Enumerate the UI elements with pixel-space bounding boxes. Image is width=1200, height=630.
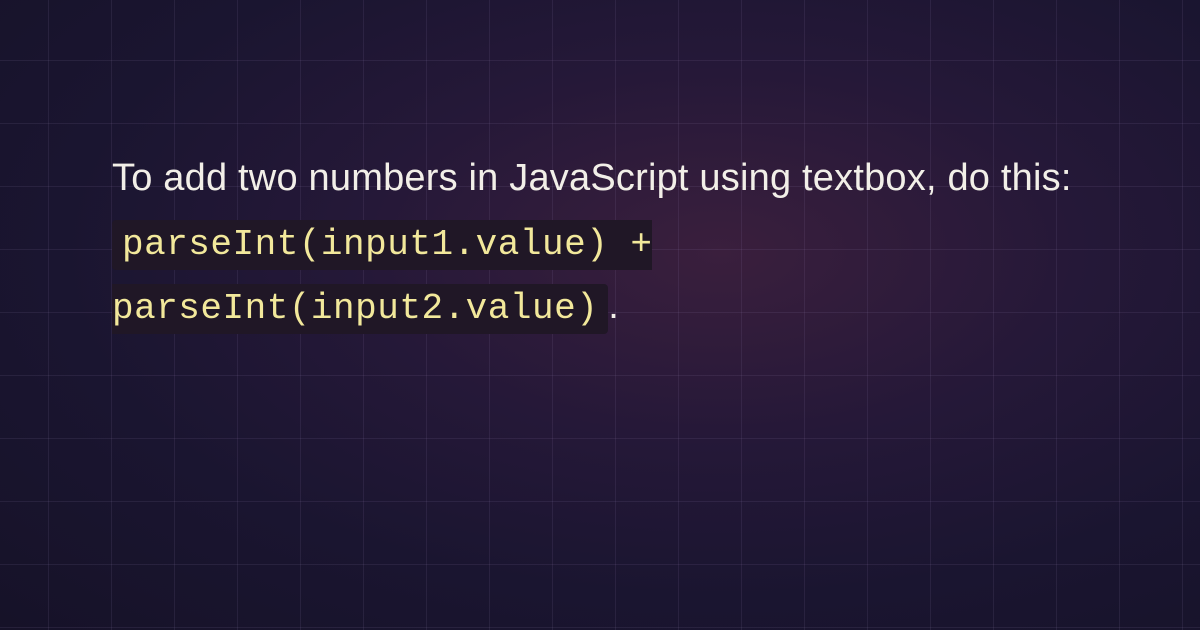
intro-text: To add two numbers in JavaScript using t… bbox=[112, 157, 1072, 199]
code-snippet: parseInt(input1.value) + parseInt(input2… bbox=[112, 220, 652, 334]
trailing-text: . bbox=[608, 285, 619, 327]
document-body: To add two numbers in JavaScript using t… bbox=[112, 147, 1092, 340]
